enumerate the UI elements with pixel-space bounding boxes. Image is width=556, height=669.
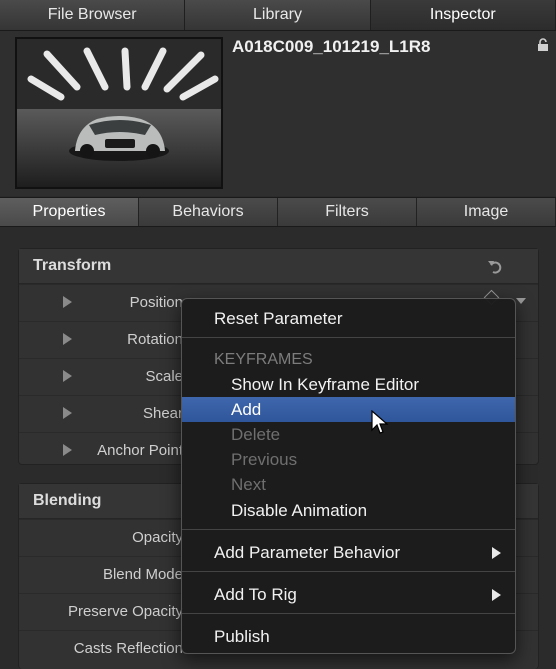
transform-title: Transform bbox=[19, 249, 538, 284]
tab-filters[interactable]: Filters bbox=[278, 198, 417, 226]
menu-item-add-to-rig[interactable]: Add To Rig bbox=[182, 582, 515, 607]
mouse-cursor-icon bbox=[371, 410, 389, 434]
tab-behaviors[interactable]: Behaviors bbox=[139, 198, 278, 226]
reset-icon[interactable] bbox=[486, 258, 504, 276]
menu-item-add[interactable]: Add bbox=[182, 397, 515, 422]
top-tab-bar: File Browser Library Inspector bbox=[0, 0, 556, 31]
menu-item-label: Add Parameter Behavior bbox=[214, 543, 401, 562]
clip-thumbnail bbox=[15, 37, 223, 189]
param-label: Casts Reflection bbox=[73, 640, 183, 657]
param-label: Rotation bbox=[127, 331, 183, 348]
menu-header-keyframes: KEYFRAMES bbox=[214, 351, 313, 368]
disclosure-triangle-icon[interactable] bbox=[63, 333, 72, 345]
param-label: Preserve Opacity bbox=[67, 603, 183, 620]
disclosure-triangle-icon[interactable] bbox=[63, 444, 72, 456]
menu-separator bbox=[182, 571, 515, 572]
context-menu: Reset Parameter KEYFRAMES Show In Keyfra… bbox=[181, 298, 516, 654]
tab-image[interactable]: Image bbox=[417, 198, 556, 226]
submenu-arrow-icon bbox=[492, 547, 501, 559]
menu-separator bbox=[182, 613, 515, 614]
submenu-arrow-icon bbox=[492, 589, 501, 601]
menu-item-delete: Delete bbox=[231, 425, 281, 444]
menu-separator bbox=[182, 337, 515, 338]
menu-item-reset-parameter[interactable]: Reset Parameter bbox=[182, 306, 515, 331]
disclosure-triangle-icon[interactable] bbox=[63, 296, 72, 308]
disclosure-triangle-icon[interactable] bbox=[63, 407, 72, 419]
clip-name: A018C009_101219_L1R8 bbox=[232, 37, 431, 56]
param-label: Opacity bbox=[132, 529, 183, 546]
menu-item-disable-animation[interactable]: Disable Animation bbox=[182, 498, 515, 523]
lock-icon[interactable] bbox=[536, 38, 550, 52]
menu-item-show-in-keyframe-editor[interactable]: Show In Keyframe Editor bbox=[182, 372, 515, 397]
menu-separator bbox=[182, 529, 515, 530]
menu-item-previous: Previous bbox=[231, 450, 298, 469]
menu-item-next: Next bbox=[231, 475, 266, 494]
menu-item-add-parameter-behavior[interactable]: Add Parameter Behavior bbox=[182, 540, 515, 565]
inspector-tab-bar: Properties Behaviors Filters Image bbox=[0, 197, 556, 227]
param-label: Position bbox=[129, 294, 183, 311]
tab-properties[interactable]: Properties bbox=[0, 198, 139, 226]
tab-inspector[interactable]: Inspector bbox=[370, 0, 556, 30]
tab-library[interactable]: Library bbox=[185, 0, 371, 30]
menu-item-publish[interactable]: Publish bbox=[182, 624, 515, 649]
disclosure-triangle-icon[interactable] bbox=[63, 370, 72, 382]
param-label: Shear bbox=[142, 405, 183, 422]
param-label: Blend Mode bbox=[102, 566, 183, 583]
param-label: Anchor Point bbox=[97, 442, 183, 459]
menu-item-label: Add To Rig bbox=[214, 585, 297, 604]
param-label: Scale bbox=[145, 368, 183, 385]
preview-area: A018C009_101219_L1R8 bbox=[0, 31, 556, 196]
tab-file-browser[interactable]: File Browser bbox=[0, 0, 186, 30]
chevron-down-icon[interactable] bbox=[516, 298, 526, 304]
